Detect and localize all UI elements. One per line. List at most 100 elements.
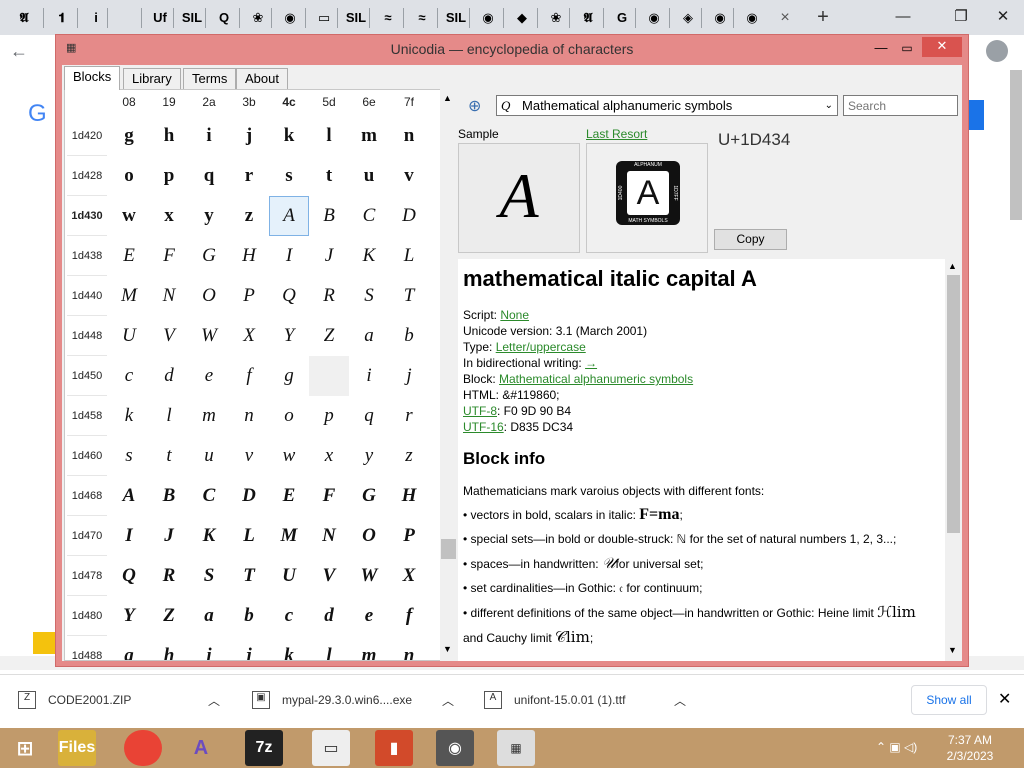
character-cell[interactable]: K bbox=[189, 516, 229, 556]
character-cell[interactable]: i bbox=[189, 636, 229, 660]
character-cell[interactable]: k bbox=[269, 116, 309, 156]
avatar[interactable] bbox=[986, 40, 1008, 62]
grid-scrollbar[interactable]: ▲ ▼ bbox=[440, 89, 457, 661]
character-cell[interactable]: l bbox=[309, 636, 349, 660]
browser-tab[interactable]: Q bbox=[208, 4, 240, 31]
character-cell[interactable]: F bbox=[149, 236, 189, 276]
character-cell[interactable]: R bbox=[309, 276, 349, 316]
close-tab-icon[interactable]: × bbox=[770, 4, 800, 31]
character-cell[interactable]: U bbox=[109, 316, 149, 356]
character-cell[interactable]: m bbox=[349, 116, 389, 156]
minimize-browser-button[interactable]: — bbox=[880, 0, 926, 32]
scroll-down-icon[interactable]: ▼ bbox=[443, 644, 452, 654]
character-cell[interactable]: y bbox=[349, 436, 389, 476]
scroll-down-icon[interactable]: ▼ bbox=[948, 645, 957, 655]
character-cell[interactable]: a bbox=[189, 596, 229, 636]
character-cell[interactable]: D bbox=[389, 196, 429, 236]
character-cell[interactable]: L bbox=[389, 236, 429, 276]
character-cell[interactable]: C bbox=[349, 196, 389, 236]
browser-tab[interactable]: G bbox=[606, 4, 638, 31]
character-cell[interactable]: V bbox=[309, 556, 349, 596]
maximize-browser-button[interactable]: ❐ bbox=[938, 0, 984, 32]
character-cell[interactable]: c bbox=[109, 356, 149, 396]
character-cell[interactable]: Q bbox=[109, 556, 149, 596]
character-cell[interactable]: W bbox=[349, 556, 389, 596]
character-cell[interactable]: A bbox=[269, 196, 309, 236]
character-cell[interactable]: P bbox=[229, 276, 269, 316]
character-cell[interactable]: Z bbox=[149, 596, 189, 636]
character-cell[interactable]: v bbox=[389, 156, 429, 196]
character-cell[interactable]: m bbox=[189, 396, 229, 436]
character-cell[interactable]: V bbox=[149, 316, 189, 356]
character-cell[interactable]: X bbox=[389, 556, 429, 596]
character-cell[interactable]: E bbox=[109, 236, 149, 276]
browser-tab[interactable]: ▭ bbox=[308, 4, 340, 31]
character-cell[interactable]: j bbox=[229, 636, 269, 660]
browser-tab[interactable]: ◉ bbox=[472, 4, 504, 31]
character-cell[interactable]: X bbox=[229, 316, 269, 356]
info-scrollbar[interactable]: ▲ ▼ bbox=[945, 259, 962, 661]
character-cell[interactable]: x bbox=[309, 436, 349, 476]
character-cell[interactable]: j bbox=[389, 356, 429, 396]
character-cell[interactable]: k bbox=[109, 396, 149, 436]
character-cell[interactable]: e bbox=[189, 356, 229, 396]
character-cell[interactable]: i bbox=[189, 116, 229, 156]
show-all-button[interactable]: Show all bbox=[911, 685, 987, 715]
unicodia-taskbar-icon[interactable]: A bbox=[182, 730, 220, 766]
character-cell[interactable]: I bbox=[269, 236, 309, 276]
character-cell[interactable]: E bbox=[269, 476, 309, 516]
character-cell[interactable]: y bbox=[189, 196, 229, 236]
character-cell[interactable]: T bbox=[229, 556, 269, 596]
character-cell[interactable]: m bbox=[349, 636, 389, 660]
last-resort-link[interactable]: Last Resort bbox=[586, 127, 647, 141]
character-cell[interactable]: l bbox=[309, 116, 349, 156]
close-browser-button[interactable]: ✕ bbox=[980, 0, 1024, 32]
character-cell[interactable]: H bbox=[229, 236, 269, 276]
character-cell[interactable]: e bbox=[349, 596, 389, 636]
character-cell[interactable]: F bbox=[309, 476, 349, 516]
chrome-icon[interactable] bbox=[124, 730, 162, 766]
character-cell[interactable]: k bbox=[269, 636, 309, 660]
character-cell[interactable]: a bbox=[349, 316, 389, 356]
character-cell[interactable]: g bbox=[109, 636, 149, 660]
browser-tab[interactable]: ◉ bbox=[274, 4, 306, 31]
character-cell[interactable]: z bbox=[389, 436, 429, 476]
download-item[interactable]: ▣ mypal-29.3.0.win6....exe ︿ bbox=[252, 685, 462, 715]
block-link[interactable]: Mathematical alphanumeric symbols bbox=[499, 372, 693, 386]
character-cell[interactable]: d bbox=[149, 356, 189, 396]
chevron-up-icon[interactable]: ︿ bbox=[674, 692, 686, 709]
browser-tab[interactable]: SIL bbox=[440, 4, 472, 31]
maximize-button[interactable]: ▭ bbox=[894, 37, 920, 61]
character-cell[interactable]: t bbox=[149, 436, 189, 476]
character-cell[interactable]: Y bbox=[269, 316, 309, 356]
character-cell[interactable]: Q bbox=[269, 276, 309, 316]
character-cell[interactable]: S bbox=[189, 556, 229, 596]
download-item[interactable]: Z CODE2001.ZIP ︿ bbox=[18, 685, 228, 715]
character-cell[interactable]: O bbox=[189, 276, 229, 316]
character-cell[interactable]: x bbox=[149, 196, 189, 236]
7zip-icon[interactable]: 7z bbox=[245, 730, 283, 766]
browser-tab[interactable]: ≈ bbox=[406, 4, 438, 31]
character-cell[interactable]: f bbox=[389, 596, 429, 636]
tab-about[interactable]: About bbox=[236, 68, 288, 89]
character-cell[interactable]: T bbox=[389, 276, 429, 316]
character-cell[interactable]: q bbox=[349, 396, 389, 436]
minimize-button[interactable]: — bbox=[868, 37, 894, 61]
character-cell[interactable]: R bbox=[149, 556, 189, 596]
character-cell[interactable]: B bbox=[309, 196, 349, 236]
character-cell[interactable]: n bbox=[389, 636, 429, 660]
file-explorer-icon[interactable]: Files bbox=[58, 730, 96, 766]
character-cell[interactable]: l bbox=[149, 396, 189, 436]
character-cell[interactable]: g bbox=[109, 116, 149, 156]
browser-tab[interactable]: ◉ bbox=[638, 4, 670, 31]
start-icon[interactable]: ⊞ bbox=[6, 730, 44, 766]
character-cell[interactable]: u bbox=[189, 436, 229, 476]
character-cell[interactable]: h bbox=[149, 636, 189, 660]
browser-tab[interactable]: 𝕬 bbox=[572, 4, 604, 31]
flashcards-icon[interactable]: ▮ bbox=[375, 730, 413, 766]
browser-tab[interactable]: Uf bbox=[144, 4, 176, 31]
character-cell[interactable]: N bbox=[309, 516, 349, 556]
browser-tab[interactable]: ◉ bbox=[736, 4, 768, 31]
utf8-link[interactable]: UTF-8 bbox=[463, 404, 497, 418]
chevron-up-icon[interactable]: ︿ bbox=[442, 692, 454, 709]
